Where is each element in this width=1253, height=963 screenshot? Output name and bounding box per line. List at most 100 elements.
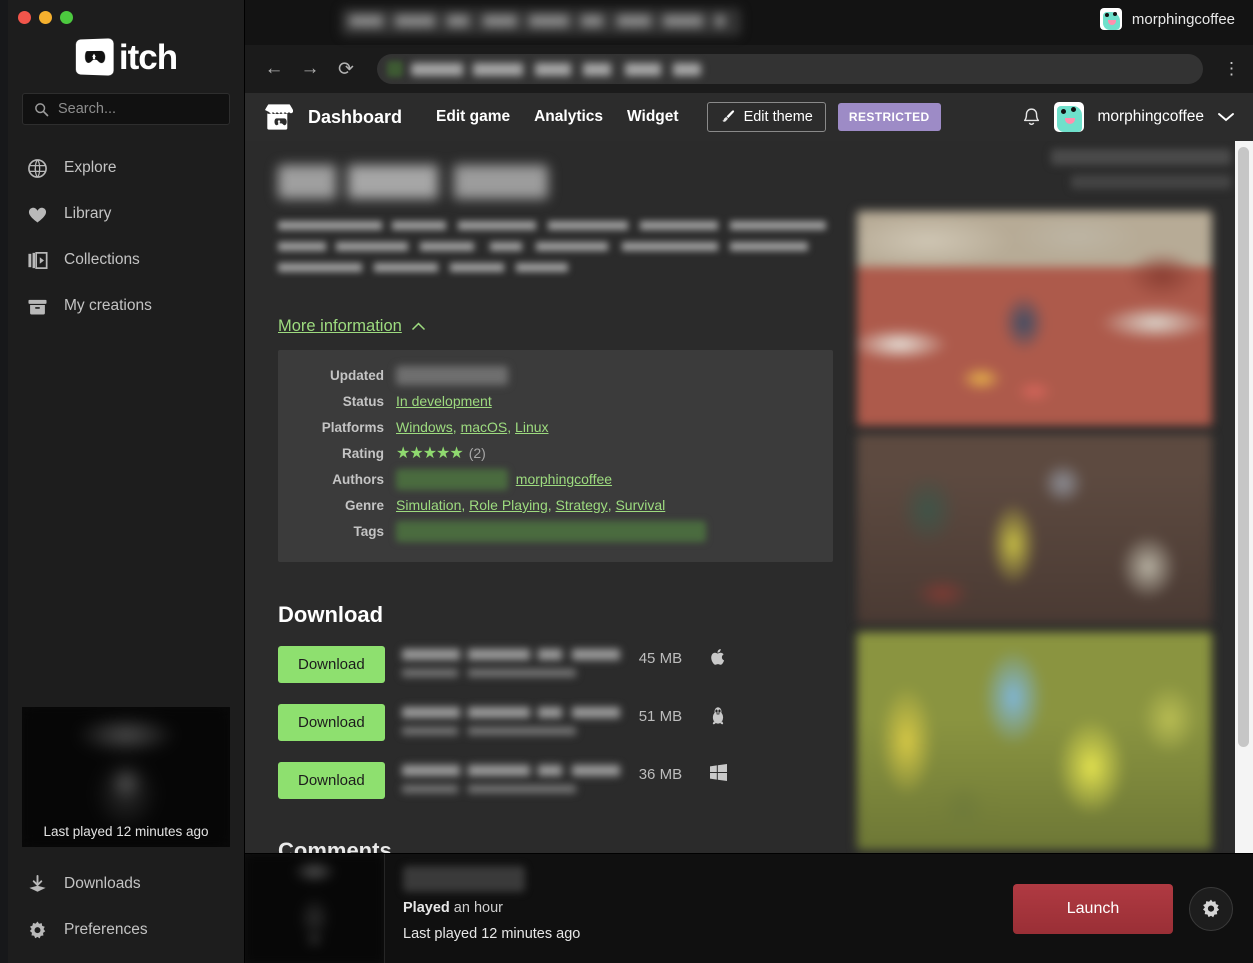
- itch-wordmark: itch: [118, 37, 178, 77]
- more-information-toggle[interactable]: More information: [278, 317, 845, 336]
- info-row-rating: Rating ★★★★★ (2): [278, 442, 833, 464]
- game-info-table: Updated Status In development Platforms …: [278, 350, 833, 562]
- browser-account-name: morphingcoffee: [1131, 10, 1235, 28]
- nav-link-widget[interactable]: Widget: [627, 108, 679, 126]
- minimize-window-button[interactable]: [39, 11, 52, 24]
- main-pane: morphingcoffee ← → ⟳ ⋮ Dashboard Edit ga…: [245, 0, 1253, 963]
- download-row: Download 36 MB: [278, 762, 845, 802]
- browser-tab[interactable]: [341, 8, 741, 36]
- nav-link-edit-game[interactable]: Edit game: [436, 108, 510, 126]
- sidebar-item-label: Preferences: [64, 921, 148, 938]
- game-screenshot[interactable]: [857, 434, 1212, 624]
- info-value: Simulation, Role Playing, Strategy, Surv…: [396, 497, 666, 513]
- game-screenshot[interactable]: [857, 632, 1212, 850]
- itch-logo[interactable]: itch: [8, 31, 244, 83]
- maximize-window-button[interactable]: [60, 11, 73, 24]
- browser-tab-strip: morphingcoffee: [245, 0, 1253, 45]
- info-row-status: Status In development: [278, 390, 833, 412]
- arrow-right-icon[interactable]: →: [299, 58, 321, 80]
- genre-link-strategy[interactable]: Strategy: [556, 497, 608, 513]
- itch-nav-right: morphingcoffee: [1022, 93, 1235, 141]
- info-row-updated: Updated: [278, 364, 833, 386]
- sidebar-item-explore[interactable]: Explore: [8, 145, 244, 191]
- genre-link-role-playing[interactable]: Role Playing: [469, 497, 548, 513]
- sidebar-item-label: Downloads: [64, 875, 141, 892]
- nav-dashboard[interactable]: Dashboard: [263, 101, 402, 133]
- chevron-up-icon: [411, 322, 426, 331]
- download-button[interactable]: Download: [278, 646, 385, 683]
- bell-icon[interactable]: [1022, 107, 1041, 128]
- info-key: Rating: [342, 445, 384, 461]
- download-button[interactable]: Download: [278, 762, 385, 799]
- arrow-left-icon[interactable]: ←: [263, 58, 285, 80]
- page-scrollbar-thumb[interactable]: [1238, 147, 1249, 747]
- reload-icon[interactable]: ⟳: [335, 58, 357, 81]
- page-scrollbar[interactable]: [1235, 141, 1253, 963]
- launch-bar-last-played: Last played 12 minutes ago: [403, 925, 581, 942]
- chevron-down-icon[interactable]: [1217, 111, 1235, 123]
- info-key: Tags: [353, 523, 384, 539]
- sidebar-item-preferences[interactable]: Preferences: [8, 907, 244, 953]
- nav-dashboard-label: Dashboard: [308, 106, 403, 127]
- status-link[interactable]: In development: [396, 393, 492, 409]
- page-gallery-column: [845, 141, 1253, 963]
- sidebar-item-label: Collections: [64, 251, 140, 268]
- info-row-authors: Authors morphingcoffee: [278, 468, 833, 490]
- search-input[interactable]: [58, 101, 218, 117]
- itch-gamepad-logo-icon: [75, 38, 114, 76]
- played-label: Played: [403, 899, 450, 916]
- launch-bar-info: Played an hour Last played 12 minutes ag…: [385, 865, 1013, 952]
- gallery-meta-redacted: [1045, 145, 1231, 201]
- platform-link-linux[interactable]: Linux: [515, 419, 548, 435]
- window-edge-strip: [0, 0, 8, 963]
- edit-theme-label: Edit theme: [743, 109, 813, 125]
- genre-link-survival[interactable]: Survival: [615, 497, 665, 513]
- morphingcoffee-avatar[interactable]: [1054, 102, 1085, 132]
- edit-theme-button[interactable]: Edit theme: [706, 102, 826, 132]
- info-row-tags: Tags: [278, 520, 833, 542]
- archive-icon: [26, 295, 48, 317]
- sidebar-item-label: My creations: [64, 297, 152, 314]
- launch-button[interactable]: Launch: [1013, 883, 1173, 934]
- gear-icon: [1200, 898, 1222, 920]
- heart-icon: [26, 203, 48, 225]
- info-value: morphingcoffee: [396, 468, 612, 490]
- site-favicon: [387, 61, 403, 77]
- rating-count: (2): [468, 445, 486, 461]
- itch-store-icon: [263, 101, 295, 133]
- close-window-button[interactable]: [18, 11, 31, 24]
- browser-profile-chip[interactable]: morphingcoffee: [1099, 8, 1235, 30]
- download-size: 51 MB: [638, 708, 683, 725]
- played-value: an hour: [453, 899, 503, 916]
- page-description: [278, 221, 826, 289]
- nav-link-analytics[interactable]: Analytics: [534, 108, 603, 126]
- info-key: Platforms: [321, 419, 384, 435]
- sidebar-game-card[interactable]: Last played 12 minutes ago: [22, 707, 230, 847]
- page-left-column: More information Updated Status In devel…: [245, 141, 845, 963]
- linux-icon: [710, 704, 734, 725]
- platform-link-windows[interactable]: Windows: [396, 419, 453, 435]
- game-screenshot[interactable]: [857, 211, 1212, 426]
- restricted-badge[interactable]: RESTRICTED: [837, 103, 941, 131]
- download-size: 45 MB: [638, 650, 683, 667]
- info-key: Genre: [344, 497, 384, 513]
- platform-link-macos[interactable]: macOS: [461, 419, 508, 435]
- sidebar-item-downloads[interactable]: Downloads: [8, 861, 244, 907]
- launch-bar-game-thumbnail: [245, 853, 385, 963]
- game-card-last-played: Last played 12 minutes ago: [43, 824, 209, 839]
- sidebar-item-my-creations[interactable]: My creations: [8, 283, 244, 329]
- sidebar-item-library[interactable]: Library: [8, 191, 244, 237]
- address-bar[interactable]: [377, 54, 1203, 84]
- globe-icon: [26, 157, 48, 179]
- author-link[interactable]: morphingcoffee: [516, 471, 612, 487]
- sidebar-item-collections[interactable]: Collections: [8, 237, 244, 283]
- game-settings-button[interactable]: [1189, 886, 1233, 931]
- kebab-menu-icon[interactable]: ⋮: [1223, 59, 1240, 79]
- download-button[interactable]: Download: [278, 704, 385, 741]
- download-file-info: [401, 704, 622, 744]
- download-heading: Download: [278, 602, 384, 627]
- genre-link-simulation[interactable]: Simulation: [396, 497, 461, 513]
- search-box[interactable]: [22, 93, 230, 125]
- window-traffic-lights: [8, 0, 244, 30]
- info-key: Authors: [332, 471, 384, 487]
